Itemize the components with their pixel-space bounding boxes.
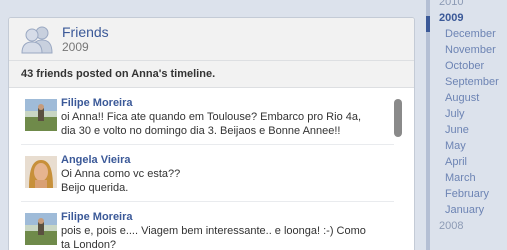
friends-activity-card: Friends 2009 43 friends posted on Anna's… [8, 17, 415, 250]
card-subtitle: 2009 [62, 40, 89, 54]
timeline-year-2009[interactable]: 2009 [439, 10, 499, 26]
post-item: Filipe Moreira pois e, pois e.... Viagem… [21, 202, 394, 250]
timeline-month-september[interactable]: September [439, 74, 499, 90]
friends-icon [20, 24, 54, 54]
timeline-month-december[interactable]: December [439, 26, 499, 42]
post-author[interactable]: Angela Vieira [61, 153, 180, 167]
avatar[interactable] [25, 99, 57, 131]
timeline-month-june[interactable]: June [439, 122, 499, 138]
timeline-month-april[interactable]: April [439, 154, 499, 170]
post-message: Oi Anna como vc esta?? Beijo querida. [61, 168, 181, 194]
avatar[interactable] [25, 213, 57, 245]
posts-summary: 43 friends posted on Anna's timeline. [9, 61, 414, 88]
post-message: pois e, pois e.... Viagem bem interessan… [61, 225, 366, 250]
timeline-active-marker [426, 16, 430, 32]
post-author[interactable]: Filipe Moreira [61, 210, 366, 224]
timeline-nav: 2010 2009 December November October Sept… [426, 0, 507, 250]
timeline-year-2010[interactable]: 2010 [439, 0, 499, 10]
timeline-year-2008[interactable]: 2008 [439, 218, 499, 234]
card-header: Friends 2009 [9, 18, 414, 61]
timeline-month-may[interactable]: May [439, 138, 499, 154]
timeline-month-january[interactable]: January [439, 202, 499, 218]
timeline-month-november[interactable]: November [439, 42, 499, 58]
timeline-month-october[interactable]: October [439, 58, 499, 74]
timeline-rail [426, 0, 430, 250]
card-title[interactable]: Friends [62, 24, 109, 40]
timeline-month-february[interactable]: February [439, 186, 499, 202]
post-item: Filipe Moreira oi Anna!! Fica ate quando… [21, 88, 394, 145]
timeline-month-july[interactable]: July [439, 106, 499, 122]
avatar[interactable] [25, 156, 57, 188]
post-author[interactable]: Filipe Moreira [61, 96, 361, 110]
post-item: Angela Vieira Oi Anna como vc esta?? Bei… [21, 145, 394, 202]
post-message: oi Anna!! Fica ate quando em Toulouse? E… [61, 111, 362, 137]
timeline-month-march[interactable]: March [439, 170, 499, 186]
posts-list[interactable]: Filipe Moreira oi Anna!! Fica ate quando… [9, 88, 414, 250]
timeline-month-august[interactable]: August [439, 90, 499, 106]
scrollbar-thumb[interactable] [394, 99, 402, 137]
